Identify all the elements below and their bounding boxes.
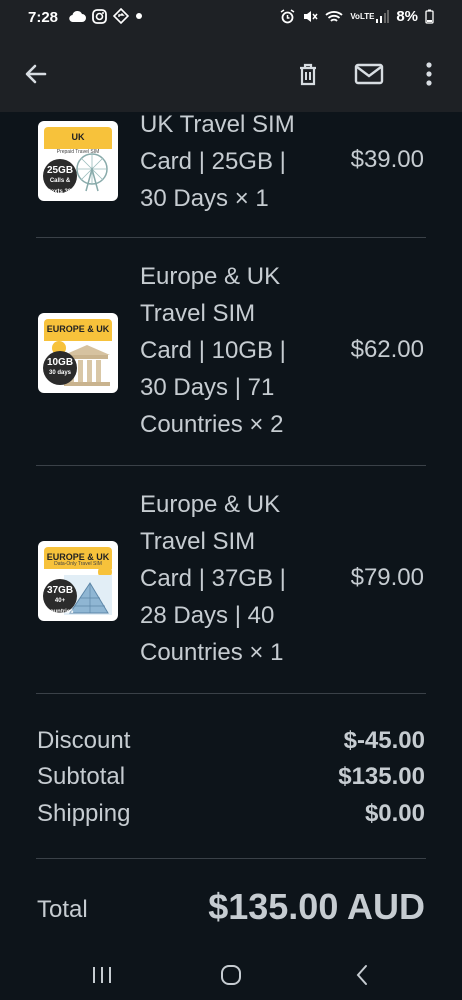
item-name-line: 28 Days | 40 (140, 602, 275, 629)
volte-label: VoLTE (350, 11, 375, 21)
navigation-icon (113, 8, 129, 24)
badge-value: 10GB (46, 357, 74, 368)
notification-dot-icon (135, 12, 143, 20)
status-right-icons: VoLTE 8% (280, 8, 434, 25)
item-name: UK Travel SIM Card | 25GB | 30 Days × 1 (140, 112, 330, 217)
badge-sub: Calls & texts 30 days (48, 178, 72, 201)
system-nav-bar (0, 950, 462, 1000)
back-icon[interactable] (342, 960, 382, 990)
item-name-line: Travel SIM (140, 300, 256, 327)
item-name-line: UK Travel SIM (140, 112, 295, 138)
product-thumbnail-uk: UK Prepaid Travel SIM 25GB Calls & texts… (38, 121, 118, 201)
trash-icon[interactable] (292, 58, 324, 90)
item-name-line: Europe & UK (140, 491, 281, 518)
item-name: Europe & UK Travel SIM Card | 10GB | 30 … (140, 258, 330, 443)
item-name-line: Travel SIM (140, 528, 256, 555)
item-price: $62.00 (350, 336, 424, 363)
instagram-icon (92, 8, 107, 24)
item-name-line: 30 Days × 1 (140, 185, 269, 212)
mail-icon[interactable] (353, 58, 385, 90)
subtotal-label: Subtotal (37, 763, 126, 790)
wifi-icon (325, 10, 343, 24)
item-price: $79.00 (350, 564, 424, 591)
data-badge: 25GB Calls & texts 30 days (43, 159, 77, 201)
status-bar: 7:28 VoLTE 8% (0, 0, 462, 36)
status-left-icons (68, 8, 143, 24)
item-name-line: Card | 10GB | (140, 337, 286, 364)
alarm-icon (280, 9, 295, 24)
thumbnail-header: EUROPE & UK (44, 319, 112, 341)
divider (36, 693, 426, 694)
total-value: $135.00 AUD (208, 886, 425, 927)
item-name-line: 30 Days | 71 (140, 374, 275, 401)
app-bar (0, 36, 462, 112)
product-thumbnail-europe-uk-37gb: EUROPE & UK Data-Only Travel SIM 37GB 40… (38, 541, 118, 621)
badge-value: 37GB (46, 585, 74, 596)
battery-text: 8% (396, 8, 418, 25)
badge-sub: 30 days (48, 370, 72, 376)
shipping-label: Shipping (37, 800, 131, 827)
mute-icon (302, 9, 318, 24)
item-name-line: Countries × 2 (140, 411, 284, 438)
cloud-icon (68, 9, 86, 23)
thumbnail-header: UK (44, 127, 112, 149)
more-vert-icon[interactable] (413, 58, 445, 90)
subtotal-value: $135.00 (338, 763, 425, 790)
item-name-line: Card | 37GB | (140, 565, 286, 592)
divider (36, 858, 426, 859)
badge-sub: 40+ countries 28 days (46, 598, 74, 621)
item-price: $39.00 (350, 146, 424, 173)
badge-value: 25GB (46, 165, 74, 176)
discount-value: $-45.00 (343, 727, 425, 754)
ferris-wheel-icon (76, 153, 108, 192)
total-label: Total (37, 896, 88, 923)
data-badge: 37GB 40+ countries 28 days (43, 579, 77, 621)
shipping-value: $0.00 (364, 800, 425, 827)
product-thumbnail-europe-uk-10gb: EUROPE & UK 10GB 30 days (38, 313, 118, 393)
item-name: Europe & UK Travel SIM Card | 37GB | 28 … (140, 486, 330, 671)
discount-label: Discount (37, 727, 131, 754)
signal-icon (375, 10, 390, 23)
back-arrow-icon[interactable] (20, 58, 52, 90)
home-icon[interactable] (211, 960, 251, 990)
status-time: 7:28 (28, 9, 59, 26)
divider (36, 465, 426, 466)
item-name-line: Europe & UK (140, 263, 281, 290)
battery-icon (425, 9, 434, 24)
divider (36, 237, 426, 238)
order-summary-content[interactable]: UK Prepaid Travel SIM 25GB Calls & texts… (0, 112, 462, 950)
recents-icon[interactable] (82, 960, 122, 990)
item-name-line: Card | 25GB | (140, 148, 286, 175)
item-name-line: Countries × 1 (140, 639, 284, 666)
data-badge: 10GB 30 days (43, 351, 77, 385)
